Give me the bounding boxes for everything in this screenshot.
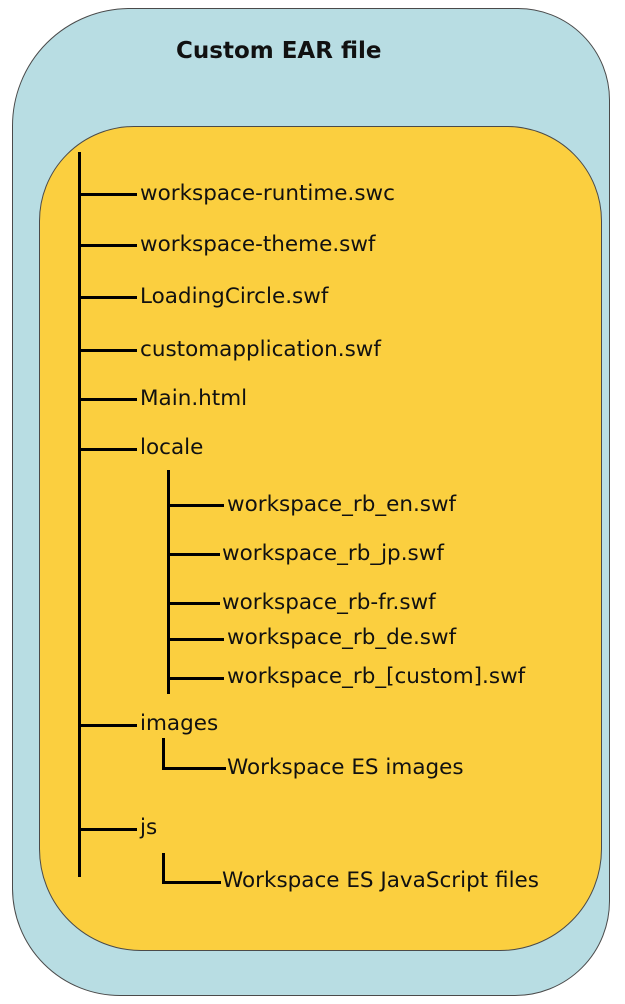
folder-js: js (140, 815, 158, 840)
tree-branch (169, 677, 224, 680)
file-workspace-theme: workspace-theme.swf (140, 232, 376, 257)
images-tree-trunk (162, 738, 165, 770)
file-locale-custom: workspace_rb_[custom].swf (227, 664, 526, 689)
tree-branch (80, 193, 137, 196)
tree-branch (80, 724, 137, 727)
tree-branch (169, 638, 224, 641)
tree-branch (169, 602, 220, 605)
file-workspace-runtime: workspace-runtime.swc (140, 181, 395, 206)
js-contents: Workspace ES JavaScript files (222, 868, 539, 893)
root-tree-trunk (78, 152, 81, 877)
tree-branch (80, 398, 137, 401)
folder-locale: locale (140, 435, 204, 460)
js-tree-trunk (162, 853, 165, 884)
file-locale-jp: workspace_rb_jp.swf (222, 541, 444, 566)
tree-branch (169, 504, 224, 507)
file-locale-de: workspace_rb_de.swf (227, 625, 457, 650)
tree-branch (80, 296, 137, 299)
file-locale-en: workspace_rb_en.swf (227, 492, 457, 517)
tree-branch (169, 553, 220, 556)
tree-branch (164, 881, 221, 884)
file-locale-fr: workspace_rb-fr.swf (222, 590, 436, 615)
tree-branch (80, 349, 137, 352)
file-main-html: Main.html (140, 386, 248, 411)
tree-branch (80, 828, 137, 831)
ear-file-title: Custom EAR file (176, 38, 382, 64)
images-contents: Workspace ES images (227, 755, 464, 780)
folder-images: images (140, 711, 219, 736)
tree-branch (164, 767, 226, 770)
tree-branch (80, 448, 137, 451)
file-customapplication: customapplication.swf (140, 337, 381, 362)
file-loading-circle: LoadingCircle.swf (140, 284, 329, 309)
ear-file-diagram: Custom EAR file workspace-runtime.swc wo… (0, 0, 625, 1004)
tree-branch (80, 244, 137, 247)
